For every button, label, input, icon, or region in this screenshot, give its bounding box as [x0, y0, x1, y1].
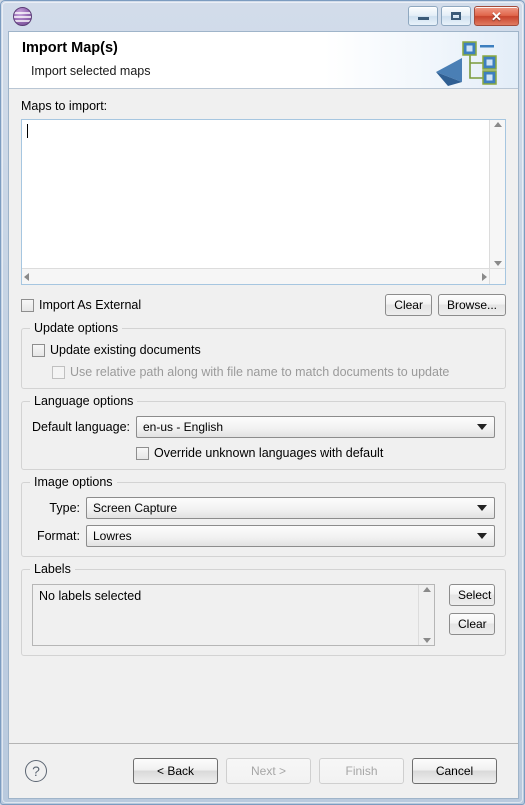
help-icon[interactable]: ?	[25, 760, 47, 782]
update-existing-documents-checkbox[interactable]: Update existing documents	[32, 343, 495, 357]
scroll-down-icon[interactable]	[493, 261, 502, 266]
checkbox-box[interactable]	[32, 343, 45, 357]
image-format-value: Lowres	[93, 529, 132, 543]
image-options-title: Image options	[30, 475, 117, 489]
close-button[interactable]: ✕	[474, 6, 519, 26]
maps-input[interactable]	[22, 120, 489, 284]
update-existing-documents-label: Update existing documents	[50, 343, 201, 357]
restore-icon	[451, 12, 461, 20]
scroll-up-icon[interactable]	[422, 587, 431, 592]
minimize-button[interactable]	[408, 6, 438, 26]
globe-icon	[13, 7, 32, 26]
checkbox-box	[52, 365, 65, 379]
dialog-footer: ? < Back Next > Finish Cancel	[9, 744, 518, 798]
page-title: Import Map(s)	[22, 40, 118, 56]
maps-vertical-scrollbar[interactable]	[489, 120, 505, 284]
text-caret	[27, 124, 28, 138]
checkbox-box[interactable]	[21, 298, 34, 312]
image-type-select[interactable]: Screen Capture	[86, 497, 495, 519]
wizard-buttons: < Back Next > Finish Cancel	[133, 758, 497, 784]
clear-labels-button[interactable]: Clear	[449, 613, 495, 635]
import-as-external-checkbox[interactable]: Import As External	[21, 298, 141, 312]
chevron-down-icon[interactable]	[477, 533, 487, 539]
help-icon-glyph: ?	[32, 763, 40, 779]
image-format-select[interactable]: Lowres	[86, 525, 495, 547]
image-type-row: Type: Screen Capture	[32, 497, 495, 519]
labels-row: No labels selected Select Clear	[32, 584, 495, 646]
import-external-row: Import As External Clear Browse...	[21, 294, 506, 316]
labels-group: Labels No labels selected Select Clear	[21, 562, 506, 656]
page-subtitle: Import selected maps	[31, 64, 151, 78]
image-type-value: Screen Capture	[93, 501, 178, 515]
clear-maps-button[interactable]: Clear	[385, 294, 432, 316]
scroll-up-icon[interactable]	[493, 122, 502, 127]
image-options-group: Image options Type: Screen Capture Forma…	[21, 475, 506, 557]
back-button[interactable]: < Back	[133, 758, 218, 784]
labels-listbox[interactable]: No labels selected	[32, 584, 435, 646]
browse-button[interactable]: Browse...	[437, 294, 506, 316]
select-labels-button[interactable]: Select	[449, 584, 495, 606]
use-relative-path-label: Use relative path along with file name t…	[70, 365, 450, 379]
chevron-down-icon[interactable]	[477, 505, 487, 511]
image-format-label: Format:	[36, 529, 80, 543]
use-relative-path-checkbox: Use relative path along with file name t…	[52, 365, 495, 379]
language-options-title: Language options	[30, 394, 138, 408]
default-language-value: en-us - English	[143, 420, 224, 434]
maps-horizontal-scrollbar[interactable]	[22, 268, 489, 284]
image-format-row: Format: Lowres	[32, 525, 495, 547]
window-controls: ✕	[408, 6, 519, 26]
default-language-select[interactable]: en-us - English	[136, 416, 495, 438]
dialog-content: Maps to import: Import As External Clear…	[9, 89, 518, 743]
scroll-right-icon[interactable]	[482, 272, 487, 281]
cancel-button[interactable]: Cancel	[412, 758, 497, 784]
maps-to-import-label: Maps to import:	[21, 99, 108, 113]
override-unknown-languages-label: Override unknown languages with default	[154, 446, 384, 460]
language-options-group: Language options Default language: en-us…	[21, 394, 506, 470]
scrollbar-corner	[489, 268, 505, 284]
update-options-title: Update options	[30, 321, 123, 335]
import-as-external-label: Import As External	[39, 298, 142, 312]
labels-title: Labels	[30, 562, 75, 576]
labels-vertical-scrollbar[interactable]	[418, 585, 434, 645]
checkbox-box[interactable]	[136, 446, 149, 460]
scroll-down-icon[interactable]	[422, 638, 431, 643]
labels-action-buttons: Select Clear	[449, 584, 495, 635]
update-options-group: Update options Update existing documents…	[21, 321, 506, 389]
close-icon: ✕	[491, 8, 502, 24]
override-unknown-languages-checkbox[interactable]: Override unknown languages with default	[136, 446, 495, 460]
maximize-button[interactable]	[441, 6, 471, 26]
default-language-row: Default language: en-us - English	[32, 416, 495, 438]
default-language-label: Default language:	[32, 420, 130, 434]
application-window: ✕ Import Map(s) Import selected maps Map…	[0, 0, 525, 805]
image-type-label: Type:	[49, 501, 80, 515]
minimize-icon	[417, 17, 429, 20]
maps-action-buttons: Clear Browse...	[385, 294, 506, 316]
next-button: Next >	[226, 758, 311, 784]
finish-button: Finish	[319, 758, 404, 784]
title-bar: ✕	[3, 3, 524, 31]
scroll-left-icon[interactable]	[24, 272, 29, 281]
labels-empty-text: No labels selected	[39, 589, 142, 603]
chevron-down-icon[interactable]	[477, 424, 487, 430]
dialog-banner: Import Map(s) Import selected maps	[9, 32, 518, 89]
map-hierarchy-icon	[436, 41, 497, 86]
import-maps-dialog: Import Map(s) Import selected maps Maps …	[8, 31, 519, 799]
maps-to-import-field[interactable]	[21, 119, 506, 285]
